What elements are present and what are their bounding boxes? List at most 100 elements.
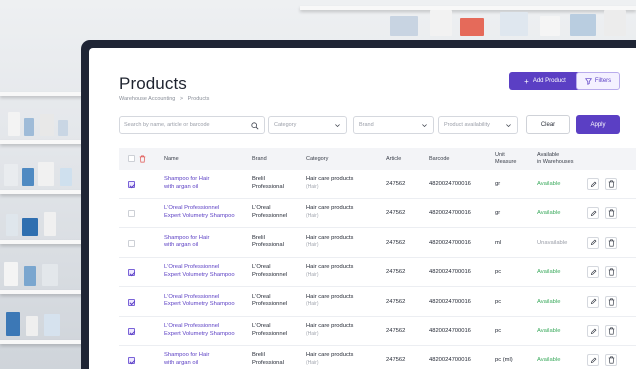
product-article: 247562 [386, 210, 406, 217]
row-checkbox[interactable] [128, 269, 135, 277]
row-checkbox[interactable] [128, 298, 135, 306]
product-name[interactable]: L'Oreal Professionnel Expert Volumetry Sh… [164, 205, 235, 220]
trash-icon [608, 180, 614, 188]
product-box [58, 120, 68, 136]
search-input[interactable]: Search by name, article or barcode [119, 116, 265, 134]
category-text: Hair care products [306, 352, 354, 359]
product-name[interactable]: Shampoo for Hair with argan oil [164, 235, 209, 250]
header-available-line1: Available [537, 152, 560, 158]
product-brand: L'Oreal Professionnel [252, 205, 287, 220]
product-box [38, 162, 54, 186]
product-category: Hair care products (Hair) [306, 323, 353, 338]
product-name-line1: Shampoo for Hair [164, 176, 210, 182]
availability-status: Available [537, 357, 561, 364]
edit-button[interactable] [587, 207, 599, 220]
shelf [0, 340, 90, 344]
row-checkbox[interactable] [128, 239, 135, 247]
category-sub: (Hair) [306, 301, 319, 308]
table-row[interactable]: Shampoo for Hair with argan oil Brelil Prof… [119, 346, 636, 369]
product-article: 247562 [386, 357, 406, 364]
row-checkbox[interactable] [128, 357, 135, 365]
edit-button[interactable] [587, 178, 599, 190]
edit-button[interactable] [587, 295, 599, 308]
trash-icon [608, 327, 614, 335]
filters-button[interactable]: Filters [576, 72, 620, 90]
product-box [6, 214, 18, 236]
availability-select[interactable]: Product availability [438, 116, 518, 134]
product-brand: Brelil Professional [252, 352, 284, 367]
product-unit: pc [495, 298, 502, 305]
edit-button[interactable] [587, 266, 599, 279]
trash-icon[interactable] [139, 155, 146, 163]
row-checkbox[interactable] [128, 181, 135, 188]
pencil-icon [590, 357, 596, 363]
product-name[interactable]: Shampoo for Hair with argan oil [164, 176, 209, 191]
header-name: Name [164, 156, 179, 162]
row-checkbox[interactable] [128, 210, 135, 218]
category-select[interactable]: Category [268, 116, 347, 134]
product-unit: pc [495, 328, 502, 334]
product-box [390, 16, 418, 36]
product-name-line1: Shampoo for Hair [164, 352, 210, 359]
delete-button[interactable] [605, 178, 617, 190]
product-barcode: 4820024700016 [429, 210, 471, 217]
product-unit: pc [495, 269, 502, 276]
shelf [0, 92, 90, 96]
product-name-line1: L'Oreal Professionnel [164, 323, 220, 329]
product-name[interactable]: Shampoo for Hair with argan oil [164, 352, 209, 367]
table-row[interactable]: L'Oreal Professionnel Expert Volumetry Sh… [119, 317, 636, 346]
chevron-down-icon [422, 124, 427, 128]
edit-button[interactable] [587, 354, 599, 367]
product-barcode: 4820024700016 [429, 269, 471, 276]
category-sub: (Hair) [306, 359, 319, 366]
page-title: Products [119, 74, 187, 93]
delete-button[interactable] [605, 354, 617, 367]
product-name-line1: L'Oreal Professionnel [164, 264, 220, 271]
product-category: Hair care products (Hair) [306, 264, 353, 279]
product-name-line2: Expert Volumetry Shampoo [164, 271, 235, 278]
availability-placeholder: Product availability [444, 122, 490, 128]
product-name[interactable]: L'Oreal Professionnel Expert Volumetry Sh… [164, 264, 235, 279]
trash-icon [608, 298, 614, 306]
apply-button[interactable]: Apply [576, 115, 620, 134]
product-name-line1: L'Oreal Professionnel [164, 205, 220, 212]
delete-button[interactable] [605, 295, 617, 308]
product-box [22, 168, 34, 186]
brand-line2: Professionnel [252, 212, 288, 219]
category-sub: (Hair) [306, 212, 319, 219]
product-name[interactable]: L'Oreal Professionnel Expert Volumetry Sh… [164, 294, 235, 309]
brand-line1: L'Oreal [252, 293, 271, 300]
select-all-checkbox[interactable] [128, 155, 135, 162]
pencil-icon [590, 239, 596, 246]
edit-button[interactable] [587, 325, 599, 337]
product-article: 247562 [386, 298, 406, 305]
product-barcode: 4820024700016 [429, 239, 471, 246]
chevron-down-icon [506, 124, 511, 128]
table-row[interactable]: L'Oreal Professionnel Expert Volumetry Sh… [119, 288, 636, 317]
table-row[interactable]: L'Oreal Professionnel Expert Volumetry Sh… [119, 199, 636, 229]
add-product-button[interactable]: + Add Product [509, 72, 581, 90]
delete-button[interactable] [605, 325, 617, 337]
table-row[interactable]: L'Oreal Professionnel Expert Volumetry Sh… [119, 258, 636, 288]
trash-icon [608, 239, 614, 247]
delete-button[interactable] [605, 236, 617, 249]
product-box [540, 16, 560, 36]
product-barcode: 4820024700016 [429, 181, 471, 187]
delete-button[interactable] [605, 207, 617, 220]
table-row[interactable]: Shampoo for Hair with argan oil Brelil Prof… [119, 170, 636, 199]
edit-button[interactable] [587, 236, 599, 249]
availability-status: Available [537, 298, 561, 305]
category-text: Hair care products [306, 234, 354, 241]
brand-select[interactable]: Brand [353, 116, 434, 134]
row-checkbox[interactable] [128, 328, 135, 335]
clear-button[interactable]: Clear [526, 115, 570, 134]
header-barcode: Barcode [429, 156, 450, 162]
header-available-line2: in Warehouses [537, 159, 574, 165]
product-box [24, 266, 36, 286]
table-row[interactable]: Shampoo for Hair with argan oil Brelil Prof… [119, 229, 636, 258]
product-unit: pc (ml) [495, 357, 513, 364]
shelf [0, 140, 90, 144]
delete-button[interactable] [605, 266, 617, 279]
product-name[interactable]: L'Oreal Professionnel Expert Volumetry Sh… [164, 323, 235, 338]
breadcrumb-link[interactable]: Warehouse Accounting [119, 96, 175, 102]
